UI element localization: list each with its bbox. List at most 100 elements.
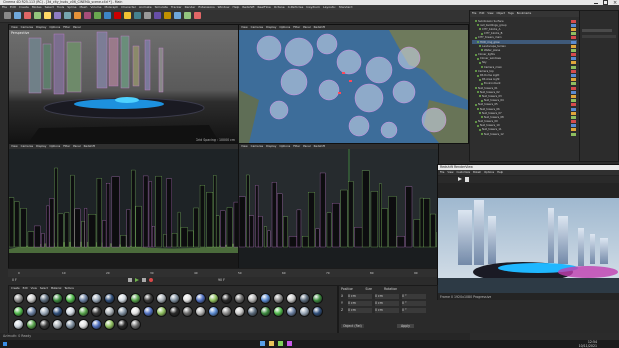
- viewport-perspective[interactable]: View Cameras Display Options Filter Panel Per…: [8, 24, 239, 144]
- material-swatch[interactable]: [221, 306, 232, 317]
- material-swatch[interactable]: [130, 319, 141, 330]
- material-swatch[interactable]: [78, 293, 89, 304]
- taskbar-app-icon[interactable]: [287, 341, 292, 346]
- taskbar-app-icon[interactable]: [260, 341, 265, 346]
- object-tag-icon[interactable]: [571, 132, 576, 136]
- menu-item[interactable]: Customize: [457, 170, 471, 175]
- material-swatch[interactable]: [143, 306, 154, 317]
- toolbar-tool-icon[interactable]: [104, 12, 111, 19]
- object-tag-icon[interactable]: [571, 78, 576, 82]
- material-swatch[interactable]: [13, 293, 24, 304]
- object-tag-icon[interactable]: [571, 120, 576, 124]
- material-swatch[interactable]: [156, 306, 167, 317]
- material-swatch[interactable]: [104, 319, 115, 330]
- material-swatch[interactable]: [65, 306, 76, 317]
- start-icon[interactable]: [3, 342, 7, 346]
- material-swatch[interactable]: [312, 306, 323, 317]
- toolbar-tool-icon[interactable]: [164, 12, 171, 19]
- material-swatch[interactable]: [143, 293, 154, 304]
- menu-item[interactable]: Edit: [479, 11, 484, 16]
- material-swatch[interactable]: [26, 293, 37, 304]
- material-swatch[interactable]: [260, 293, 271, 304]
- material-swatch[interactable]: [39, 319, 50, 330]
- toolbar-tool-icon[interactable]: [84, 12, 91, 19]
- material-swatch[interactable]: [91, 293, 102, 304]
- toolbar-tool-icon[interactable]: [74, 12, 81, 19]
- object-tag-icon[interactable]: [571, 107, 576, 111]
- material-swatch[interactable]: [26, 319, 37, 330]
- coordinate-field-pos[interactable]: 0 cm: [348, 301, 372, 306]
- material-manager[interactable]: Create Edit View Select Material Texture: [8, 285, 338, 335]
- menu-item[interactable]: View: [31, 286, 37, 291]
- material-swatch[interactable]: [13, 319, 24, 330]
- material-swatch[interactable]: [26, 306, 37, 317]
- skip-back-icon[interactable]: [128, 278, 132, 282]
- play-icon[interactable]: [458, 177, 462, 181]
- toolbar-tool-icon[interactable]: [34, 12, 41, 19]
- coordinate-field-size[interactable]: 0 cm: [375, 308, 399, 313]
- object-tag-icon[interactable]: [571, 90, 576, 94]
- toolbar-tool-icon[interactable]: [174, 12, 181, 19]
- coordinate-field-rot[interactable]: 0 °: [402, 301, 426, 306]
- object-tag-icon[interactable]: [571, 27, 576, 31]
- object-tag-icon[interactable]: [571, 65, 576, 69]
- material-swatch[interactable]: [234, 306, 245, 317]
- toolbar-tool-icon[interactable]: [24, 12, 31, 19]
- object-tag-icon[interactable]: [571, 74, 576, 78]
- material-swatch[interactable]: [117, 319, 128, 330]
- taskbar-app-icon[interactable]: [278, 341, 283, 346]
- material-swatch[interactable]: [208, 293, 219, 304]
- object-tag-icon[interactable]: [571, 69, 576, 73]
- minimize-icon[interactable]: [594, 1, 598, 4]
- stop-icon[interactable]: [465, 177, 469, 182]
- object-tag-icon[interactable]: [571, 103, 576, 107]
- material-grid[interactable]: [13, 293, 333, 330]
- object-tag-icon[interactable]: [571, 40, 576, 44]
- material-swatch[interactable]: [273, 293, 284, 304]
- coordinate-field-rot[interactable]: 0 °: [402, 308, 426, 313]
- material-swatch[interactable]: [117, 306, 128, 317]
- material-swatch[interactable]: [91, 306, 102, 317]
- object-tag-icon[interactable]: [571, 53, 576, 57]
- viewport-front[interactable]: View Cameras Display Options Filter Panel Reds…: [8, 143, 239, 270]
- material-swatch[interactable]: [182, 293, 193, 304]
- material-swatch[interactable]: [130, 306, 141, 317]
- object-tag-icon[interactable]: [571, 115, 576, 119]
- material-swatch[interactable]: [195, 306, 206, 317]
- object-tag-icon[interactable]: [571, 48, 576, 52]
- menu-item[interactable]: Options: [484, 170, 494, 175]
- menu-item[interactable]: Material: [51, 286, 62, 291]
- toolbar-tool-icon[interactable]: [54, 12, 61, 19]
- object-tag-icon[interactable]: [571, 32, 576, 36]
- object-tag-icon[interactable]: [571, 111, 576, 115]
- current-frame[interactable]: 0 F: [12, 278, 17, 282]
- menu-item[interactable]: File: [440, 170, 444, 175]
- material-swatch[interactable]: [104, 306, 115, 317]
- render-view-window[interactable]: Redshift RenderView File View Customize Bok…: [437, 164, 619, 301]
- object-tag-icon[interactable]: [571, 86, 576, 90]
- object-tag-icon[interactable]: [571, 124, 576, 128]
- close-icon[interactable]: ×: [613, 0, 617, 5]
- material-swatch[interactable]: [286, 293, 297, 304]
- toolbar-tool-icon[interactable]: [154, 12, 161, 19]
- toolbar-tool-icon[interactable]: [94, 12, 101, 19]
- material-swatch[interactable]: [78, 319, 89, 330]
- menu-item[interactable]: Texture: [64, 286, 74, 291]
- material-swatch[interactable]: [130, 293, 141, 304]
- toolbar-tool-icon[interactable]: [4, 12, 11, 19]
- menu-item[interactable]: File: [472, 11, 476, 16]
- toolbar-tool-icon[interactable]: [194, 12, 201, 19]
- skip-forward-icon[interactable]: [142, 278, 146, 282]
- record-icon[interactable]: [149, 278, 153, 282]
- toolbar-tool-icon[interactable]: [124, 12, 131, 19]
- material-swatch[interactable]: [52, 306, 63, 317]
- material-swatch[interactable]: [312, 293, 323, 304]
- object-tag-icon[interactable]: [571, 128, 576, 132]
- material-swatch[interactable]: [234, 293, 245, 304]
- menu-item[interactable]: Tags: [508, 11, 514, 16]
- menu-item[interactable]: View: [447, 170, 453, 175]
- object-tag-icon[interactable]: [571, 44, 576, 48]
- object-tag-icon[interactable]: [571, 57, 576, 61]
- menu-item[interactable]: View: [487, 11, 493, 16]
- material-swatch[interactable]: [247, 293, 258, 304]
